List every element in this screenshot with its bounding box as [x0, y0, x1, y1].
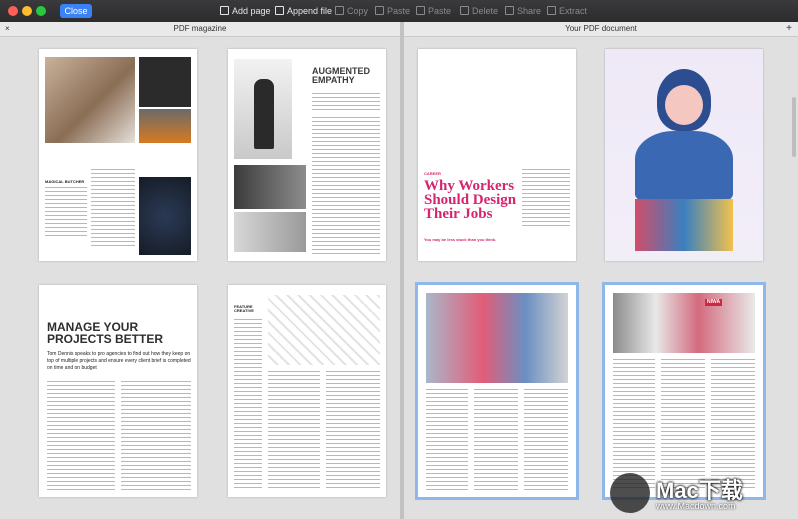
page3-subtitle: Tom Dennis speaks to pro agencies to fin…	[47, 351, 191, 371]
vr-photo-1	[234, 165, 306, 209]
append-file-button[interactable]: Append file	[275, 4, 332, 18]
paste-button[interactable]: Paste	[375, 4, 410, 18]
watermark-logo	[610, 473, 650, 513]
page5-title: Why Workers Should Design Their Jobs	[424, 178, 517, 222]
close-window-button[interactable]	[8, 6, 18, 16]
shop-photo	[45, 57, 135, 143]
page3-title: MANAGE YOUR PROJECTS BETTER	[47, 320, 164, 346]
trash-icon	[460, 6, 469, 15]
close-pane-icon[interactable]: ×	[5, 22, 10, 36]
page1-text	[45, 187, 87, 239]
add-page-button[interactable]: Add page	[220, 4, 271, 18]
add-pane-icon[interactable]: +	[786, 22, 792, 36]
extract-button[interactable]: Extract	[547, 4, 587, 18]
page5-subtitle: You may be less stuck than you think.	[424, 237, 497, 242]
illustration-face	[665, 85, 703, 125]
page-thumbnail-3[interactable]: MANAGE YOUR PROJECTS BETTER Tom Dennis s…	[39, 285, 197, 497]
page4-text-col1	[268, 371, 320, 491]
page-thumbnail-2[interactable]: AUGMENTED EMPATHY	[228, 49, 386, 261]
illustration-body	[635, 131, 733, 201]
jars-photo	[139, 109, 191, 143]
copy-label: Copy	[347, 6, 369, 16]
share-label: Share	[517, 6, 542, 16]
extract-label: Extract	[559, 6, 588, 16]
delete-label: Delete	[472, 6, 499, 16]
right-pane-title: Your PDF document	[565, 24, 637, 33]
building-photo	[613, 293, 755, 353]
append-file-icon	[275, 6, 284, 15]
close-button[interactable]: Close	[60, 4, 92, 18]
page2-text	[312, 117, 380, 257]
page-thumbnail-4[interactable]: FEATURE CREATIVE	[228, 285, 386, 497]
app-window: Close Add page Append file Copy Paste Pa…	[0, 0, 798, 519]
paste-icon	[375, 6, 384, 15]
page4-text-col2	[326, 371, 380, 491]
page8-text-col3	[711, 359, 755, 489]
page5-kicker: CAREER	[424, 171, 441, 176]
copy-icon	[335, 6, 344, 15]
page5-text	[522, 169, 570, 229]
copy-button[interactable]: Copy	[335, 4, 368, 18]
tshirt-photo	[139, 177, 191, 255]
page7-text-col3	[524, 389, 568, 493]
zoom-window-button[interactable]	[36, 6, 46, 16]
left-pane: MAGICAL BUTCHER AUGMENTED EMPATHY MANAGE…	[0, 37, 400, 519]
page7-text-col1	[426, 389, 468, 493]
right-scrollbar[interactable]	[792, 97, 796, 157]
page4-label: FEATURE CREATIVE	[234, 304, 254, 313]
share-icon	[505, 6, 514, 15]
page-thumbnail-5[interactable]: CAREER Why Workers Should Design Their J…	[418, 49, 576, 261]
right-pane: CAREER Why Workers Should Design Their J…	[404, 37, 798, 519]
hands-illustration	[268, 295, 380, 365]
page8-text-col1	[613, 359, 655, 489]
page-thumbnail-6[interactable]	[605, 49, 763, 261]
page-thumbnail-1[interactable]: MAGICAL BUTCHER	[39, 49, 197, 261]
paste-alt-button[interactable]: Paste	[416, 4, 451, 18]
page8-text-col2	[661, 359, 705, 489]
minimize-window-button[interactable]	[22, 6, 32, 16]
page8-sign: NIWA	[705, 299, 723, 306]
paste-alt-icon	[416, 6, 425, 15]
page-thumbnail-7[interactable]	[418, 285, 576, 497]
delete-button[interactable]: Delete	[460, 4, 498, 18]
page3-text-col1	[47, 381, 115, 493]
share-button[interactable]: Share	[505, 4, 541, 18]
page1-text-col2	[91, 169, 135, 249]
person-figure	[254, 79, 274, 149]
watermark-url: www.Macdown.com	[656, 501, 736, 511]
add-page-icon	[220, 6, 229, 15]
page2-title: AUGMENTED EMPATHY	[312, 66, 370, 85]
page2-intro	[312, 93, 380, 113]
page-thumbnail-8[interactable]: NIWA	[605, 285, 763, 497]
chalkboard-photo	[139, 57, 191, 107]
page1-caption: MAGICAL BUTCHER	[45, 179, 85, 184]
right-pane-header: Your PDF document +	[404, 22, 798, 37]
paste-alt-label: Paste	[428, 6, 452, 16]
page4-sidebar-text	[234, 319, 262, 489]
illustration-tools	[635, 199, 733, 251]
watermark: Mac下载 www.Macdown.com	[610, 471, 790, 515]
mural-photo	[426, 293, 568, 383]
vr-photo-2	[234, 212, 306, 252]
left-pane-header: × PDF magazine	[0, 22, 400, 37]
toolbar: Close Add page Append file Copy Paste Pa…	[0, 0, 798, 23]
extract-icon	[547, 6, 556, 15]
add-page-label: Add page	[232, 6, 271, 16]
left-pane-title: PDF magazine	[173, 24, 227, 33]
append-file-label: Append file	[287, 6, 333, 16]
paste-label: Paste	[387, 6, 411, 16]
page7-text-col2	[474, 389, 518, 493]
page3-text-col2	[121, 381, 191, 493]
